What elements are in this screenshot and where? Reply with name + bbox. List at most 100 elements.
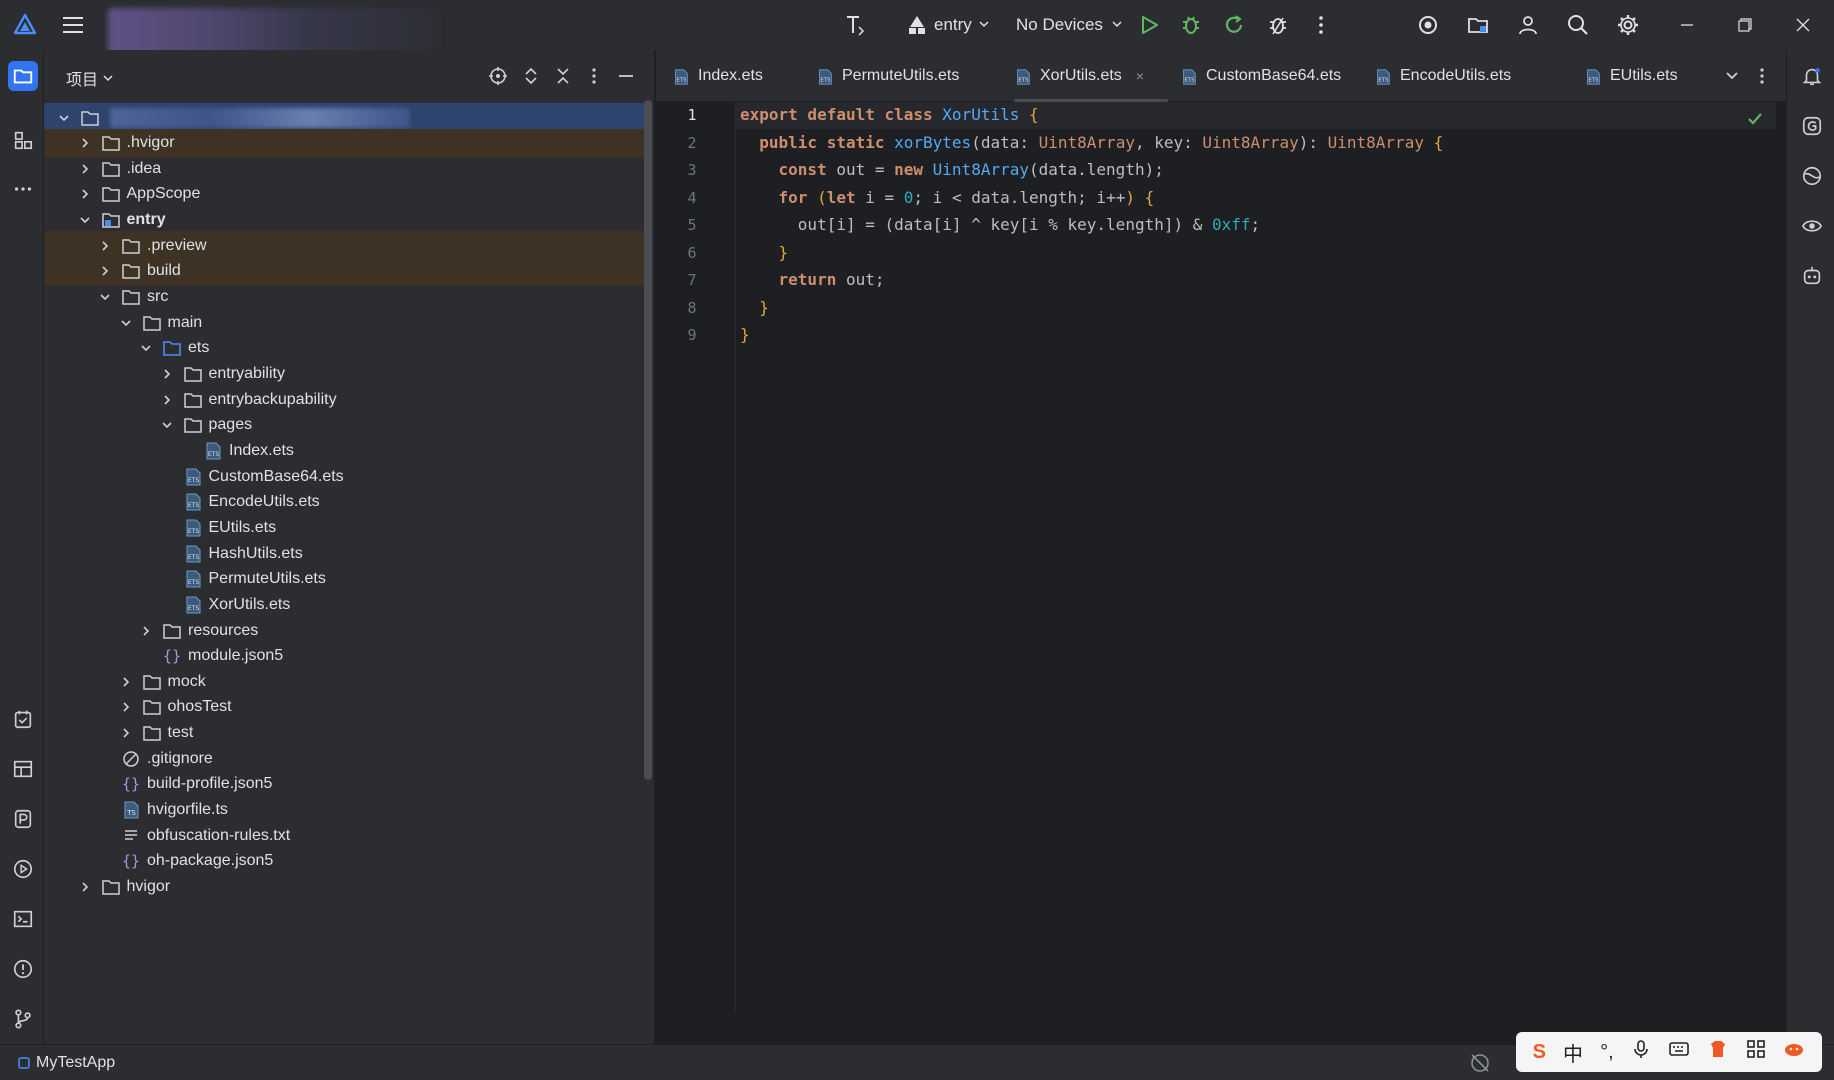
tab-list-chevron-icon[interactable] (1720, 64, 1744, 88)
code-line[interactable]: } (740, 325, 750, 352)
tree-item[interactable]: src (44, 283, 644, 312)
chevron-down-icon[interactable] (56, 110, 72, 126)
tree-item[interactable]: ETS EUtils.ets (44, 513, 644, 542)
chevron-right-icon[interactable] (159, 392, 175, 408)
editor-tab[interactable]: ETS XorUtils.ets × (1014, 50, 1168, 102)
apply-changes-icon[interactable] (1221, 12, 1247, 38)
editor-tab[interactable]: ETS CustomBase64.ets (1180, 50, 1341, 102)
project-view-icon[interactable] (8, 61, 38, 91)
no-problems-check-icon[interactable] (1746, 110, 1764, 128)
tree-item[interactable]: ohosTest (44, 693, 644, 722)
tree-item[interactable]: test (44, 719, 644, 748)
code-line[interactable]: } (740, 298, 769, 325)
toolbox-grid-icon[interactable] (1746, 1039, 1766, 1065)
debug-icon[interactable] (1178, 12, 1204, 38)
terminal-icon[interactable] (8, 904, 38, 934)
tree-item[interactable]: ETS EncodeUtils.ets (44, 488, 644, 517)
project-structure-icon[interactable] (1465, 12, 1491, 38)
tree-item[interactable]: entryability (44, 360, 644, 389)
tree-item[interactable]: ETS PermuteUtils.ets (44, 565, 644, 594)
gradle-g-icon[interactable] (1799, 113, 1825, 139)
ime-punct-mode[interactable]: °, (1600, 1041, 1614, 1064)
chevron-right-icon[interactable] (159, 366, 175, 382)
tree-item[interactable]: ETS HashUtils.ets (44, 539, 644, 568)
line-number[interactable]: 8 (656, 299, 728, 317)
chevron-right-icon[interactable] (77, 135, 93, 151)
chevron-right-icon[interactable] (97, 238, 113, 254)
run-tool-icon[interactable] (8, 854, 38, 884)
collapse-all-icon[interactable] (551, 64, 575, 88)
line-number[interactable]: 1 (656, 106, 728, 124)
notifications-bell-icon[interactable] (1799, 63, 1825, 89)
tree-item[interactable]: hvigor (44, 873, 644, 902)
hide-panel-icon[interactable] (614, 64, 638, 88)
tree-item[interactable]: {} module.json5 (44, 642, 644, 671)
profiler-icon[interactable] (1265, 12, 1291, 38)
account-icon[interactable] (1515, 12, 1541, 38)
locate-file-icon[interactable] (486, 64, 510, 88)
chevron-right-icon[interactable] (118, 725, 134, 741)
device-manager-icon[interactable] (1415, 12, 1441, 38)
tree-item[interactable]: main (44, 308, 644, 337)
chevron-right-icon[interactable] (77, 879, 93, 895)
tree-item[interactable]: .idea (44, 154, 644, 183)
code-line[interactable]: return out; (740, 270, 885, 297)
editor-tab[interactable]: ETS PermuteUtils.ets (816, 50, 959, 102)
chevron-right-icon[interactable] (77, 161, 93, 177)
project-tree-scrollbar[interactable] (644, 100, 652, 780)
status-project-breadcrumb[interactable]: MyTestApp (18, 1054, 115, 1072)
options-vertical-icon[interactable] (582, 64, 606, 88)
git-branch-icon[interactable] (8, 1004, 38, 1034)
line-number-gutter[interactable]: 1 2 3 4 5 6 7 8 9 (656, 102, 736, 1012)
run-icon[interactable] (1136, 12, 1162, 38)
tab-options-icon[interactable] (1750, 64, 1774, 88)
profiler-p-icon[interactable] (8, 804, 38, 834)
tree-item[interactable]: mock (44, 667, 644, 696)
tree-item[interactable]: pages (44, 411, 644, 440)
chevron-down-icon[interactable] (138, 340, 154, 356)
chevron-right-icon[interactable] (97, 263, 113, 279)
tree-item[interactable]: .hvigor (44, 128, 644, 158)
tree-item[interactable]: entrybackupability (44, 385, 644, 414)
more-horizontal-icon[interactable] (8, 174, 38, 204)
tree-item[interactable]: build (44, 256, 644, 286)
chevron-right-icon[interactable] (118, 674, 134, 690)
line-number[interactable]: 6 (656, 244, 728, 262)
settings-gear-icon[interactable] (1615, 12, 1641, 38)
chevron-right-icon[interactable] (138, 623, 154, 639)
device-preview-icon[interactable] (1799, 163, 1825, 189)
code-line[interactable]: } (740, 243, 789, 270)
chevron-down-icon[interactable] (159, 417, 175, 433)
chevron-down-icon[interactable] (97, 289, 113, 305)
code-line[interactable]: out[i] = (data[i] ^ key[i % key.length])… (740, 215, 1260, 242)
code-line[interactable]: const out = new Uint8Array(data.length); (740, 160, 1164, 187)
line-number[interactable]: 4 (656, 189, 728, 207)
layout-inspector-icon[interactable] (8, 754, 38, 784)
code-line[interactable]: public static xorBytes(data: Uint8Array,… (740, 133, 1443, 160)
run-config-select[interactable]: entry (906, 0, 990, 50)
search-icon[interactable] (1565, 12, 1591, 38)
tree-item[interactable]: AppScope (44, 180, 644, 209)
tree-item[interactable]: .gitignore (44, 744, 644, 773)
more-vertical-icon[interactable] (1308, 12, 1334, 38)
line-number[interactable]: 9 (656, 326, 728, 344)
tree-item[interactable]: ETS XorUtils.ets (44, 590, 644, 619)
skin-icon[interactable] (1707, 1038, 1729, 1066)
line-number[interactable]: 7 (656, 271, 728, 289)
code-line[interactable]: export default class XorUtils { (740, 105, 1039, 132)
structure-icon[interactable] (8, 125, 38, 155)
minimize-window-icon[interactable] (1674, 12, 1700, 38)
tree-item[interactable]: ETS Index.ets (44, 436, 644, 465)
ime-chinese-mode[interactable]: 中 (1563, 1038, 1583, 1067)
chevron-down-icon[interactable] (77, 212, 93, 228)
editor-tab[interactable]: ETS Index.ets (672, 50, 763, 102)
device-select[interactable]: No Devices (1016, 0, 1123, 50)
tree-item[interactable]: resources (44, 616, 644, 645)
chevron-right-icon[interactable] (118, 699, 134, 715)
tree-item[interactable] (44, 103, 644, 132)
tree-item[interactable]: ets (44, 334, 644, 363)
tab-close-icon[interactable]: × (1136, 68, 1144, 84)
expand-all-icon[interactable] (519, 64, 543, 88)
editor-tab[interactable]: ETS EUtils.ets (1584, 50, 1678, 102)
tree-item[interactable]: {} build-profile.json5 (44, 770, 644, 799)
